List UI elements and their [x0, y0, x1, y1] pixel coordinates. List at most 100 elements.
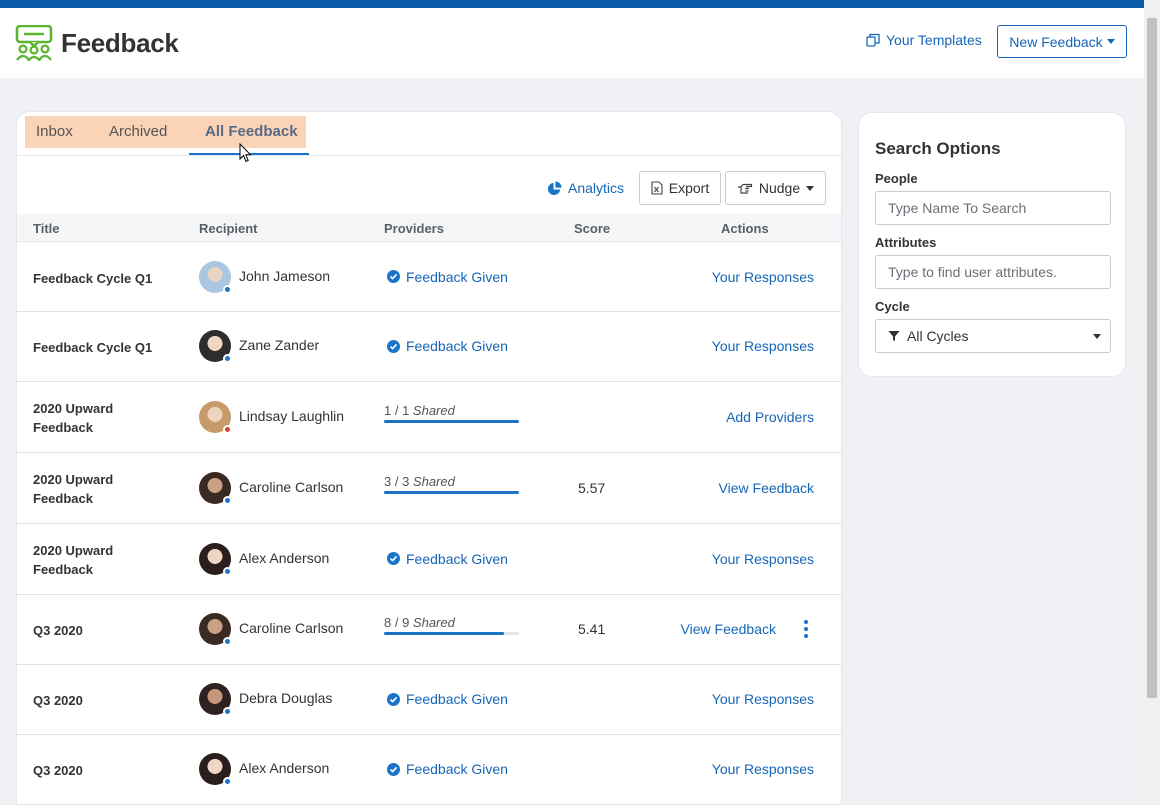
row-action-link[interactable]: Your Responses	[712, 691, 814, 707]
recipient-name: Zane Zander	[239, 337, 320, 353]
recipient-name: Alex Anderson	[239, 760, 330, 776]
recipient-name: Lindsay Laughlin	[239, 407, 345, 424]
app-logo[interactable]: Feedback	[15, 25, 179, 61]
export-label: Export	[668, 180, 710, 196]
pointing-hand-icon	[737, 183, 752, 194]
status-dot	[223, 777, 232, 786]
attributes-search-input[interactable]	[875, 255, 1111, 289]
row-title: Feedback Cycle Q1	[33, 270, 153, 286]
feedback-given-label: Feedback Given	[406, 691, 508, 707]
tab-bar: Inbox Archived All Feedback	[25, 116, 306, 148]
check-circle-icon	[387, 762, 400, 776]
column-header-score[interactable]: Score	[574, 221, 610, 236]
feedback-given-link[interactable]: Feedback Given	[387, 761, 508, 777]
avatar[interactable]	[199, 400, 232, 434]
feedback-given-label: Feedback Given	[406, 761, 508, 777]
shared-word: Shared	[412, 615, 455, 630]
feedback-given-link[interactable]: Feedback Given	[387, 269, 508, 285]
avatar[interactable]	[199, 330, 232, 363]
chevron-down-icon	[1106, 39, 1115, 44]
avatar[interactable]	[199, 613, 232, 646]
feedback-list-card: Inbox Archived All Feedback Analytics Ex…	[16, 111, 842, 805]
row-action-link[interactable]: Your Responses	[712, 761, 814, 777]
row-title: Q3 2020	[33, 763, 83, 778]
shared-progress: 3 / 3 Shared	[384, 474, 520, 494]
column-header-providers[interactable]: Providers	[384, 221, 444, 236]
feedback-given-label: Feedback Given	[406, 338, 508, 354]
recipient-name: Alex Anderson	[239, 549, 330, 566]
feedback-given-link[interactable]: Feedback Given	[387, 551, 508, 567]
avatar[interactable]	[199, 542, 232, 576]
search-options-title: Search Options	[875, 139, 1001, 158]
table-row: Q3 2020 Caroline Carlson 8 / 9 Shared 5.41 V…	[17, 595, 841, 665]
check-circle-icon	[387, 692, 400, 706]
avatar[interactable]	[199, 260, 232, 294]
top-accent-stripe	[0, 0, 1144, 8]
row-title: 2020 Upward Feedback	[33, 471, 114, 506]
avatar[interactable]	[199, 683, 232, 716]
people-search-input[interactable]	[875, 191, 1111, 225]
column-header-title[interactable]: Title	[33, 221, 60, 236]
nudge-button[interactable]: Nudge	[725, 171, 826, 205]
row-title: Q3 2020	[33, 693, 83, 708]
progress-bar	[384, 490, 519, 494]
status-dot	[223, 637, 232, 646]
row-action-link[interactable]: Your Responses	[712, 551, 814, 567]
status-dot	[223, 354, 232, 363]
shared-count-text: 8 / 9 Shared	[384, 615, 520, 630]
export-button[interactable]: Export	[639, 171, 721, 205]
column-header-actions: Actions	[721, 221, 769, 236]
page-scrollbar[interactable]	[1144, 0, 1160, 805]
progress-fill	[384, 632, 505, 635]
cycle-select[interactable]: All Cycles	[875, 319, 1111, 353]
recipient-name: Debra Douglas	[239, 690, 333, 706]
shared-count: 1 / 1	[384, 402, 410, 418]
recipient-name: Caroline Carlson	[239, 620, 344, 636]
pie-chart-icon	[547, 180, 562, 195]
check-circle-icon	[387, 270, 400, 283]
kebab-menu-icon[interactable]	[802, 620, 810, 638]
new-feedback-button[interactable]: New Feedback	[997, 25, 1127, 58]
chevron-down-icon	[1093, 334, 1101, 339]
table-row: 2020 Upward Feedback Lindsay Laughlin 1 / …	[17, 382, 841, 453]
app-title: Feedback	[61, 27, 179, 58]
progress-bar	[384, 419, 519, 423]
scrollbar-thumb[interactable]	[1147, 18, 1157, 698]
recipient-name: John Jameson	[239, 267, 331, 284]
column-header-recipient[interactable]: Recipient	[199, 221, 258, 236]
table-row: Q3 2020 Debra Douglas Feedback Given Your R…	[17, 665, 841, 735]
mouse-cursor-icon	[239, 143, 252, 163]
tab-archived[interactable]: Archived	[109, 116, 167, 148]
row-action-link[interactable]: View Feedback	[681, 621, 776, 637]
row-action-link[interactable]: Your Responses	[712, 269, 814, 285]
row-action-link[interactable]: Add Providers	[726, 409, 814, 425]
recipient-name: Caroline Carlson	[239, 478, 344, 495]
row-title: Feedback Cycle Q1	[33, 340, 153, 355]
team-feedback-icon	[15, 25, 53, 61]
copy-icon	[866, 33, 880, 47]
table-row: Feedback Cycle Q1 Zane Zander Feedback Giv…	[17, 312, 841, 382]
analytics-label: Analytics	[568, 180, 625, 196]
shared-word: Shared	[412, 473, 455, 489]
row-title: 2020 Upward Feedback	[33, 542, 114, 577]
new-feedback-label: New Feedback	[1009, 33, 1103, 50]
feedback-given-link[interactable]: Feedback Given	[387, 691, 508, 707]
chevron-down-icon	[806, 185, 815, 191]
your-templates-link[interactable]: Your Templates	[866, 32, 982, 48]
check-circle-icon	[387, 552, 400, 565]
shared-count: 3 / 3	[384, 473, 410, 489]
feedback-given-link[interactable]: Feedback Given	[387, 338, 508, 354]
tab-inbox[interactable]: Inbox	[36, 116, 73, 148]
avatar[interactable]	[199, 753, 232, 786]
status-dot	[223, 707, 232, 716]
table-header: Title Recipient Providers Score Actions	[17, 214, 841, 242]
row-action-link[interactable]: View Feedback	[719, 480, 814, 496]
status-dot	[223, 424, 232, 434]
analytics-link[interactable]: Analytics	[547, 180, 624, 196]
check-circle-icon	[387, 339, 400, 353]
progress-fill	[384, 419, 519, 423]
table-row: Feedback Cycle Q1 John Jameson Feedback Gi…	[17, 243, 841, 312]
status-dot	[223, 495, 232, 505]
avatar[interactable]	[199, 471, 232, 505]
row-action-link[interactable]: Your Responses	[712, 338, 814, 354]
